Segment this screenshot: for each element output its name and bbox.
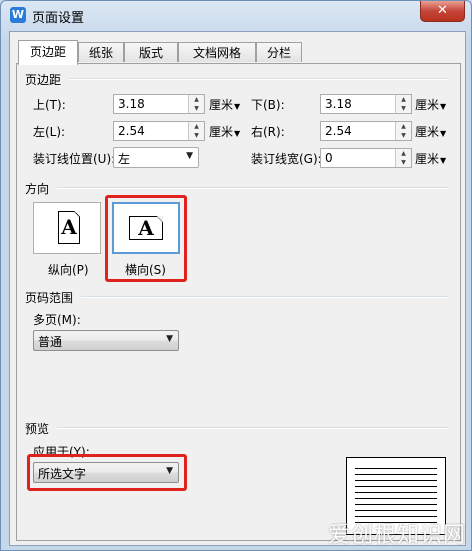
- bottom-margin-unit[interactable]: 厘米▼: [415, 96, 446, 113]
- margins-panel: 页边距 上(T): 3.18 ▲ ▼ 厘米▼ 下(B): 3.18 ▲ ▼ 厘米▼ …: [16, 63, 461, 541]
- portrait-option[interactable]: A: [33, 202, 101, 254]
- multiple-pages-label: 多页(M):: [33, 313, 81, 327]
- top-margin-label: 上(T):: [33, 98, 66, 112]
- margins-divider: [69, 78, 449, 80]
- gutter-position-select[interactable]: 左 ▼: [113, 147, 199, 168]
- right-margin-stepper[interactable]: ▲ ▼: [395, 122, 411, 140]
- chevron-down-icon: ▼: [166, 334, 173, 344]
- top-margin-spinner[interactable]: 3.18 ▲ ▼: [113, 94, 205, 114]
- unit-dropdown-icon: ▼: [440, 156, 447, 165]
- gutter-width-stepper[interactable]: ▲ ▼: [395, 149, 411, 167]
- bottom-margin-stepper[interactable]: ▲ ▼: [395, 95, 411, 113]
- close-button[interactable]: ✕: [420, 1, 465, 22]
- multiple-pages-value: 普通: [38, 335, 63, 349]
- right-margin-value: 2.54: [325, 124, 352, 138]
- left-margin-label: 左(L):: [33, 125, 66, 139]
- right-margin-label: 右(R):: [251, 125, 285, 139]
- apply-to-highlight-box: [27, 454, 187, 491]
- bottom-margin-label: 下(B):: [251, 98, 285, 112]
- bottom-margin-value: 3.18: [325, 97, 352, 111]
- top-margin-value: 3.18: [118, 97, 145, 111]
- orientation-section-title: 方向: [25, 182, 50, 196]
- unit-dropdown-icon: ▼: [234, 129, 241, 138]
- bottom-margin-spinner[interactable]: 3.18 ▲ ▼: [320, 94, 412, 114]
- gutter-width-value: 0: [325, 151, 333, 165]
- title-bar[interactable]: W 页面设置 ✕: [1, 1, 471, 29]
- tab-paper[interactable]: 纸张: [78, 42, 124, 62]
- orientation-divider: [57, 187, 449, 189]
- left-margin-value: 2.54: [118, 124, 145, 138]
- tab-margins[interactable]: 页边距: [18, 40, 78, 65]
- portrait-page-icon: A: [58, 211, 80, 244]
- wps-writer-icon: W: [10, 7, 26, 23]
- dialog-title: 页面设置: [32, 11, 85, 26]
- page-range-divider: [81, 296, 449, 298]
- gutter-width-label: 装订线宽(G):: [251, 152, 322, 166]
- tab-document-grid[interactable]: 文档网格: [178, 42, 256, 62]
- page-setup-dialog: W 页面设置 ✕ 页边距 纸张 版式 文档网格 分栏 页边距 上(T): 3.1…: [0, 0, 472, 551]
- tab-layout[interactable]: 版式: [124, 42, 178, 62]
- multiple-pages-select[interactable]: 普通 ▼: [33, 330, 179, 351]
- top-margin-unit[interactable]: 厘米▼: [209, 96, 240, 113]
- right-margin-unit[interactable]: 厘米▼: [415, 123, 446, 140]
- left-margin-stepper[interactable]: ▲ ▼: [188, 122, 204, 140]
- gutter-width-spinner[interactable]: 0 ▲ ▼: [320, 148, 412, 168]
- left-margin-unit[interactable]: 厘米▼: [209, 123, 240, 140]
- gutter-width-unit[interactable]: 厘米▼: [415, 150, 446, 167]
- right-margin-spinner[interactable]: 2.54 ▲ ▼: [320, 121, 412, 141]
- landscape-highlight-box: [105, 195, 187, 282]
- page-range-section-title: 页码范围: [25, 291, 74, 305]
- unit-dropdown-icon: ▼: [440, 102, 447, 111]
- top-margin-stepper[interactable]: ▲ ▼: [188, 95, 204, 113]
- gutter-position-label: 装订线位置(U):: [33, 152, 116, 166]
- unit-dropdown-icon: ▼: [234, 102, 241, 111]
- dialog-client: 页边距 纸张 版式 文档网格 分栏 页边距 上(T): 3.18 ▲ ▼ 厘米▼ …: [9, 31, 466, 546]
- margins-section-title: 页边距: [25, 73, 62, 87]
- portrait-label[interactable]: 纵向(P): [48, 261, 89, 278]
- left-margin-spinner[interactable]: 2.54 ▲ ▼: [113, 121, 205, 141]
- preview-divider: [57, 427, 449, 429]
- tab-columns[interactable]: 分栏: [256, 42, 302, 62]
- preview-section-title: 预览: [25, 422, 50, 436]
- watermark-text: 爱创根知识网: [327, 523, 466, 548]
- gutter-position-value: 左: [118, 152, 131, 166]
- unit-dropdown-icon: ▼: [440, 129, 447, 138]
- chevron-down-icon: ▼: [186, 151, 193, 161]
